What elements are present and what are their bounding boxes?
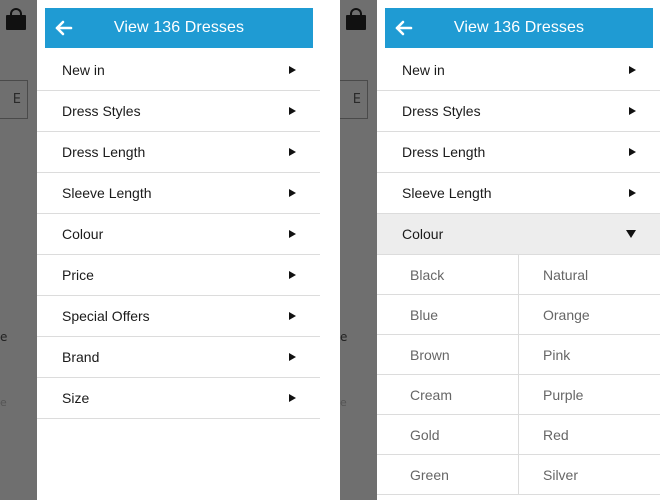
filter-menu: New in Dress Styles Dress Length Sleeve Len… [37, 50, 320, 419]
background-text: e [0, 330, 8, 344]
shopping-bag-icon[interactable] [6, 8, 26, 30]
filter-item-label: New in [62, 62, 105, 78]
background-button: E [0, 80, 28, 119]
triangle-right-icon [289, 107, 296, 115]
filter-item-colour[interactable]: Colour [37, 214, 320, 255]
filter-item-label: Sleeve Length [62, 185, 152, 201]
filter-item-sleeve-length[interactable]: Sleeve Length [37, 173, 320, 214]
triangle-right-icon [289, 148, 296, 156]
triangle-right-icon [289, 312, 296, 320]
triangle-right-icon [289, 189, 296, 197]
filter-item-label: Colour [402, 226, 444, 242]
filter-item-label: Special Offers [62, 308, 150, 324]
triangle-right-icon [289, 353, 296, 361]
filter-item-dress-styles[interactable]: Dress Styles [377, 91, 660, 132]
filter-item-label: New in [402, 62, 445, 78]
colour-option-gold[interactable]: Gold [377, 415, 519, 455]
result-count: 136 [153, 19, 181, 36]
header-title: View 136 Dresses [45, 19, 313, 37]
header-title: View 136 Dresses [385, 19, 653, 37]
filter-item-label: Colour [62, 226, 104, 242]
filter-panel: View 136 Dresses New in Dress Styles Dress… [377, 0, 660, 500]
background-button: E [340, 80, 368, 119]
filter-item-brand[interactable]: Brand [37, 337, 320, 378]
view-results-button[interactable]: View 136 Dresses [385, 8, 653, 48]
left-screen: E e e View 136 Dresses New in Dress Style… [0, 0, 320, 500]
filter-item-new-in[interactable]: New in [377, 50, 660, 91]
header-title-suffix: Dresses [520, 19, 585, 36]
header-title-prefix: View [113, 19, 154, 36]
header-title-prefix: View [453, 19, 494, 36]
triangle-right-icon [289, 230, 296, 238]
background-text: e [340, 396, 347, 409]
filter-item-label: Dress Styles [62, 103, 141, 119]
filter-menu: New in Dress Styles Dress Length Sleeve Len… [377, 50, 660, 495]
filter-item-label: Dress Styles [402, 103, 481, 119]
colour-option-red[interactable]: Red [519, 415, 660, 455]
triangle-down-icon [626, 230, 636, 238]
colour-option-purple[interactable]: Purple [519, 375, 660, 415]
filter-item-colour[interactable]: Colour [377, 214, 660, 255]
triangle-right-icon [289, 394, 296, 402]
triangle-right-icon [629, 107, 636, 115]
result-count: 136 [493, 19, 521, 36]
triangle-right-icon [629, 148, 636, 156]
view-results-button[interactable]: View 136 Dresses [45, 8, 313, 48]
filter-item-new-in[interactable]: New in [37, 50, 320, 91]
colour-option-natural[interactable]: Natural [519, 255, 660, 295]
filter-item-size[interactable]: Size [37, 378, 320, 419]
filter-item-dress-length[interactable]: Dress Length [37, 132, 320, 173]
filter-item-sleeve-length[interactable]: Sleeve Length [377, 173, 660, 214]
filter-item-label: Dress Length [62, 144, 146, 160]
triangle-right-icon [289, 66, 296, 74]
colour-option-pink[interactable]: Pink [519, 335, 660, 375]
filter-item-dress-length[interactable]: Dress Length [377, 132, 660, 173]
colour-options: Black Natural Blue Orange Brown Pink Cream Purp… [377, 255, 660, 495]
triangle-right-icon [289, 271, 296, 279]
filter-item-dress-styles[interactable]: Dress Styles [37, 91, 320, 132]
header-title-suffix: Dresses [180, 19, 245, 36]
filter-item-label: Sleeve Length [402, 185, 492, 201]
colour-option-silver[interactable]: Silver [519, 455, 660, 495]
filter-item-label: Brand [62, 349, 100, 365]
filter-item-label: Size [62, 390, 90, 406]
colour-option-brown[interactable]: Brown [377, 335, 519, 375]
colour-option-green[interactable]: Green [377, 455, 519, 495]
filter-item-label: Price [62, 267, 94, 283]
back-arrow-icon[interactable] [54, 20, 74, 36]
shopping-bag-icon[interactable] [346, 8, 366, 30]
background-text: e [0, 396, 7, 409]
back-arrow-icon[interactable] [394, 20, 414, 36]
triangle-right-icon [629, 189, 636, 197]
filter-item-price[interactable]: Price [37, 255, 320, 296]
filter-item-special-offers[interactable]: Special Offers [37, 296, 320, 337]
right-screen: E e e View 136 Dresses New in Dress Style… [340, 0, 660, 500]
colour-option-black[interactable]: Black [377, 255, 519, 295]
filter-panel: View 136 Dresses New in Dress Styles Dress… [37, 0, 320, 500]
colour-option-blue[interactable]: Blue [377, 295, 519, 335]
colour-option-cream[interactable]: Cream [377, 375, 519, 415]
background-text: e [340, 330, 348, 344]
colour-option-orange[interactable]: Orange [519, 295, 660, 335]
filter-item-label: Dress Length [402, 144, 486, 160]
triangle-right-icon [629, 66, 636, 74]
